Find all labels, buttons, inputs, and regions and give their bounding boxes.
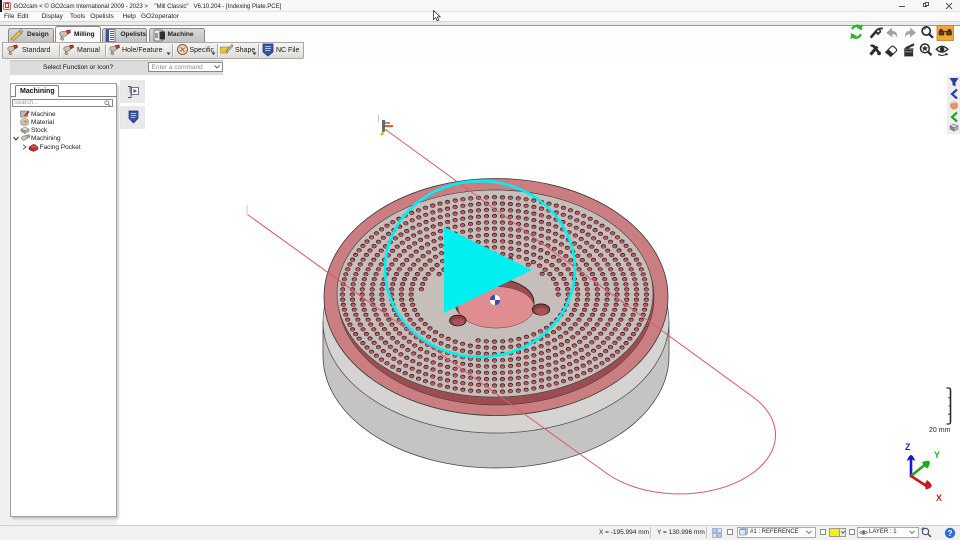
svg-text:?: ? bbox=[948, 528, 953, 537]
svg-text:X: X bbox=[936, 493, 942, 503]
svg-text:Z: Z bbox=[905, 442, 911, 452]
svg-text:Y: Y bbox=[934, 450, 940, 460]
svg-text:20 mm: 20 mm bbox=[929, 427, 951, 434]
